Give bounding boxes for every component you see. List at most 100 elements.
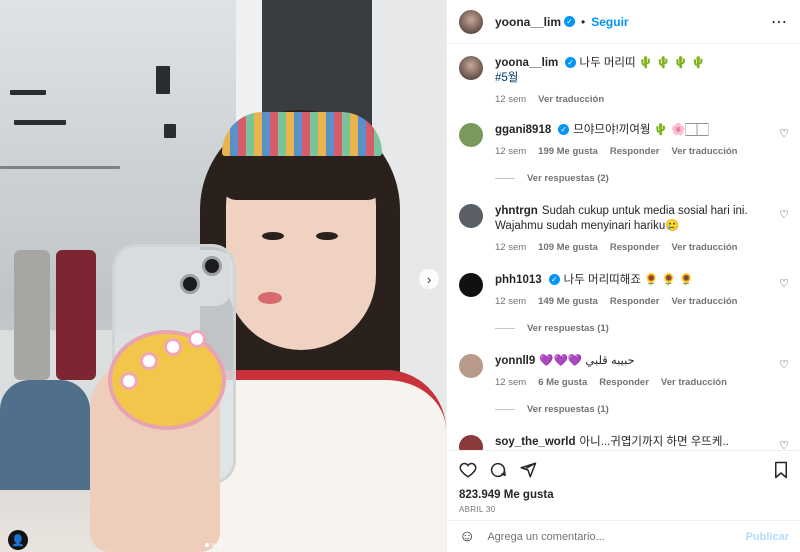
post-date[interactable]: ABRIL 30: [447, 501, 800, 514]
comment-likes[interactable]: 199 Me gusta: [538, 146, 598, 157]
shelf-line: [0, 166, 120, 169]
share-icon[interactable]: [519, 461, 537, 484]
view-replies-label: Ver respuestas (1): [527, 323, 609, 334]
view-replies-button[interactable]: Ver respuestas (1): [495, 323, 789, 334]
comment-translate[interactable]: Ver traducción: [661, 377, 727, 388]
post-photo[interactable]: › 👤: [0, 0, 446, 552]
commenter-avatar[interactable]: [459, 435, 483, 450]
author-avatar[interactable]: [459, 9, 483, 34]
photo-lips: [258, 292, 282, 304]
carousel-dot: [205, 543, 209, 547]
emoji-icon[interactable]: ☺: [459, 528, 475, 546]
comment-composer: ☺ Publicar: [447, 520, 800, 552]
clothing-rack: [56, 250, 96, 380]
verified-badge-icon: ✓: [548, 274, 560, 286]
likes-count[interactable]: 823.949 Me gusta: [447, 485, 800, 501]
caption-time[interactable]: 12 sem: [495, 94, 526, 105]
comment-text: 나두 머리띠해죠 🌻 🌻 🌻: [563, 274, 694, 286]
reply-button[interactable]: Responder: [599, 377, 649, 388]
photo-flower: [164, 338, 182, 356]
replies-line: [495, 178, 515, 179]
post-header: yoona__lim ✓ • Seguir ⋯: [447, 0, 800, 44]
photo-lens: [202, 256, 222, 276]
replies-line: [495, 409, 515, 410]
caption-hashtag[interactable]: #5월: [495, 72, 518, 84]
more-horizontal-icon[interactable]: ⋯: [771, 12, 788, 32]
commenter-username[interactable]: soy_the_world: [495, 436, 576, 448]
photo-flower: [188, 330, 206, 348]
comment-translate[interactable]: Ver traducción: [671, 296, 737, 307]
reply-button[interactable]: Responder: [610, 146, 660, 157]
publish-button[interactable]: Publicar: [746, 531, 789, 543]
comment-row: ggani8918 ✓ 므야므야!끼여웡 🌵 🌸🏻🏻 12 sem 199 Me gus…: [459, 123, 789, 157]
comment-likes[interactable]: 109 Me gusta: [538, 242, 598, 253]
ceiling-light: [164, 124, 176, 138]
comment-item: ggani8918 ✓ 므야므야!끼여웡 🌵 🌸🏻🏻 12 sem 199 Me gus…: [459, 123, 789, 184]
commenter-username[interactable]: phh1013: [495, 274, 542, 286]
ceiling-light: [14, 120, 66, 125]
comment-heart-icon[interactable]: ♡: [779, 358, 789, 371]
photo-headband: [222, 112, 382, 156]
reply-button[interactable]: Responder: [610, 296, 660, 307]
caption-text: 나두 머리띠 🌵 🌵 🌵 🌵: [579, 57, 706, 69]
comment-row: soy_the_world아니...귀엽기까지 하면 우뜨케..12 sem19…: [459, 435, 789, 450]
commenter-username[interactable]: yonnll9: [495, 355, 535, 367]
caption-username[interactable]: yoona__lim: [495, 57, 558, 69]
commenter-avatar[interactable]: [459, 123, 483, 147]
comment-heart-icon[interactable]: ♡: [779, 208, 789, 221]
photo-flower: [120, 372, 138, 390]
caption-translate[interactable]: Ver traducción: [538, 94, 604, 105]
comment-heart-icon[interactable]: ♡: [779, 127, 789, 140]
comment-time[interactable]: 12 sem: [495, 296, 526, 307]
comments-list[interactable]: yoona__lim ✓ 나두 머리띠 🌵 🌵 🌵 🌵 #5월 12 sem Ve…: [447, 44, 800, 450]
post-actions: 823.949 Me gusta ABRIL 30 ☺ Publicar: [447, 450, 800, 552]
tagged-users-button[interactable]: 👤: [8, 530, 28, 550]
view-replies-button[interactable]: Ver respuestas (2): [495, 173, 789, 184]
comment-item: soy_the_world아니...귀엽기까지 하면 우뜨케..12 sem19…: [459, 435, 789, 450]
follow-button[interactable]: Seguir: [591, 15, 628, 29]
reply-button[interactable]: Responder: [610, 242, 660, 253]
carousel-dot: [212, 543, 216, 547]
comment-heart-icon[interactable]: ♡: [779, 439, 789, 450]
comment-likes[interactable]: 6 Me gusta: [538, 377, 587, 388]
heart-icon[interactable]: [459, 461, 477, 484]
commenter-username[interactable]: yhntrgn: [495, 205, 538, 217]
carousel-dot: [219, 543, 223, 547]
comment-time[interactable]: 12 sem: [495, 377, 526, 388]
verified-badge-icon: ✓: [558, 124, 570, 136]
replies-line: [495, 328, 515, 329]
commenter-username[interactable]: ggani8918: [495, 124, 551, 136]
author-username[interactable]: yoona__lim: [495, 15, 561, 29]
carousel-next-button[interactable]: ›: [419, 269, 439, 289]
comment-row: yhntrgn Sudah cukup untuk media sosial ha…: [459, 204, 789, 253]
comment-item: yhntrgn Sudah cukup untuk media sosial ha…: [459, 204, 789, 253]
comment-time[interactable]: 12 sem: [495, 242, 526, 253]
comment-row: phh1013 ✓ 나두 머리띠해죠 🌻 🌻 🌻 12 sem 149 Me gusta…: [459, 273, 789, 307]
ceiling-light: [156, 66, 170, 94]
comment-likes[interactable]: 149 Me gusta: [538, 296, 598, 307]
author-avatar[interactable]: [459, 56, 483, 80]
comment-translate[interactable]: Ver traducción: [671, 242, 737, 253]
photo-eye: [316, 232, 338, 240]
verified-badge-icon: ✓: [564, 16, 576, 27]
carousel-dots: [205, 543, 223, 547]
commenter-avatar[interactable]: [459, 354, 483, 378]
comment-input[interactable]: [487, 531, 746, 543]
comment-icon[interactable]: [489, 461, 507, 484]
verified-badge-icon: ✓: [565, 57, 577, 69]
comment-text: 💜💜💜 حبيبه قلبي: [539, 355, 635, 367]
comment-translate[interactable]: Ver traducción: [671, 146, 737, 157]
commenter-avatar[interactable]: [459, 204, 483, 228]
user-icon: 👤: [11, 534, 25, 547]
comment-item: phh1013 ✓ 나두 머리띠해죠 🌻 🌻 🌻 12 sem 149 Me gusta…: [459, 273, 789, 334]
comment-item: yonnll9 💜💜💜 حبيبه قلبي 12 sem 6 Me gusta Res…: [459, 354, 789, 415]
bookmark-icon[interactable]: [773, 461, 789, 484]
post-caption: yoona__lim ✓ 나두 머리띠 🌵 🌵 🌵 🌵 #5월 12 sem Ve…: [459, 56, 789, 105]
commenter-avatar[interactable]: [459, 273, 483, 297]
comment-heart-icon[interactable]: ♡: [779, 277, 789, 290]
comment-time[interactable]: 12 sem: [495, 146, 526, 157]
photo-flower: [140, 352, 158, 370]
comment-row: yonnll9 💜💜💜 حبيبه قلبي 12 sem 6 Me gusta Res…: [459, 354, 789, 388]
view-replies-button[interactable]: Ver respuestas (1): [495, 404, 789, 415]
view-replies-label: Ver respuestas (2): [527, 173, 609, 184]
